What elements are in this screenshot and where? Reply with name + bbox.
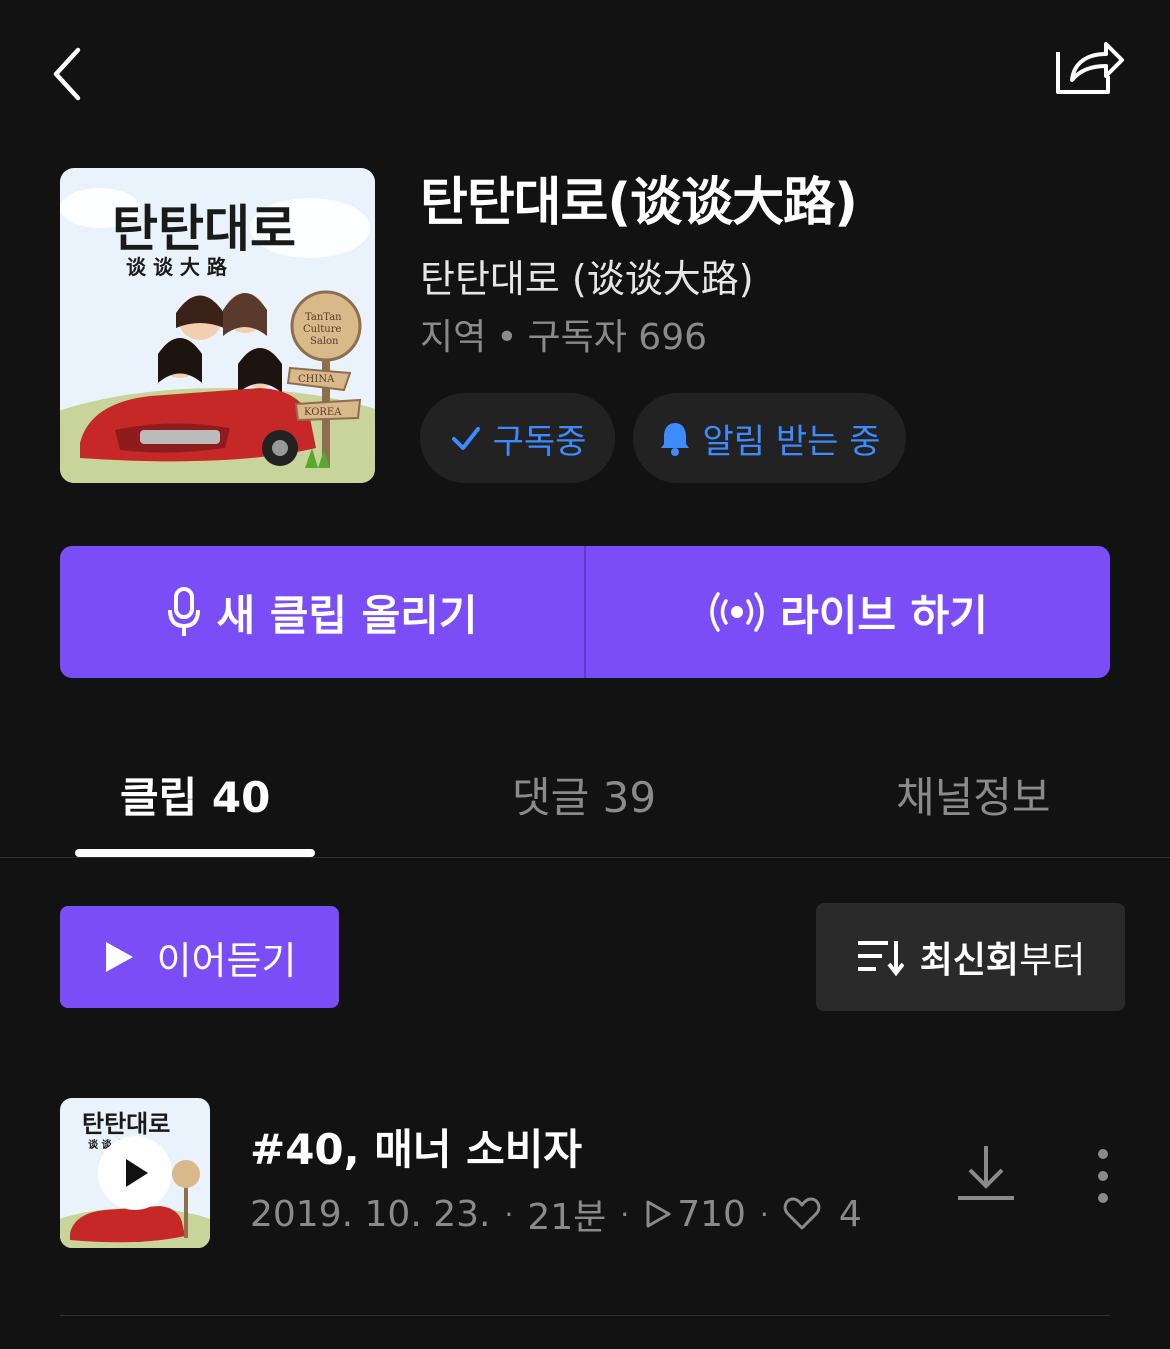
subscribe-toggle-button[interactable]: 구독중 [420, 393, 615, 483]
channel-title: 탄탄대로(谈谈大路) [420, 173, 858, 233]
channel-cover-image: 탄탄대로 谈 谈 大 路 TanTan Culture Salon CHINA … [60, 168, 375, 483]
episode-like-count: 4 [838, 1193, 862, 1235]
action-bar: 새 클립 올리기 라이브 하기 [60, 546, 1110, 678]
live-label: 라이브 하기 [780, 590, 988, 640]
list-divider [60, 1315, 1110, 1316]
tab-bar: 클립 40 댓글 39 채널정보 [0, 740, 1170, 858]
bell-icon [661, 423, 690, 456]
share-button[interactable] [1050, 30, 1130, 106]
back-button[interactable] [40, 36, 100, 112]
sort-label-rest: 부터 [1019, 940, 1086, 981]
share-icon [1056, 42, 1124, 94]
episode-thumbnail[interactable]: 탄탄대로 谈 谈 大 路 [60, 1098, 210, 1248]
live-button[interactable]: 라이브 하기 [586, 546, 1110, 678]
play-count-icon [646, 1200, 671, 1228]
episode-play-button[interactable] [98, 1136, 172, 1210]
chevron-left-icon [53, 47, 81, 101]
new-clip-button[interactable]: 새 클립 올리기 [60, 546, 584, 678]
more-vertical-icon [1098, 1149, 1108, 1203]
svg-text:CHINA: CHINA [298, 374, 335, 385]
resume-label: 이어듣기 [156, 938, 297, 983]
checkmark-icon [451, 427, 480, 450]
svg-text:Salon: Salon [310, 336, 339, 347]
svg-text:谈 谈 大 路: 谈 谈 大 路 [126, 255, 228, 279]
episode-duration: 21분 [527, 1197, 607, 1238]
resume-play-button[interactable]: 이어듣기 [60, 906, 339, 1008]
episode-list-item[interactable]: 탄탄대로 谈 谈 大 路 #40, 매너 소비자 2019. 10. 23. ·… [0, 1090, 1170, 1316]
channel-meta: 지역 • 구독자 696 [420, 308, 707, 360]
svg-text:TanTan: TanTan [305, 312, 342, 323]
episode-title[interactable]: #40, 매너 소비자 [250, 1116, 582, 1177]
svg-text:탄탄대로: 탄탄대로 [82, 1110, 170, 1138]
episode-play-count: 710 [677, 1193, 746, 1235]
sort-icon [857, 941, 904, 977]
more-options-button[interactable] [1080, 1140, 1126, 1212]
svg-text:탄탄대로: 탄탄대로 [112, 200, 296, 258]
subscriber-count: 구독자 696 [527, 317, 708, 358]
live-broadcast-icon [710, 592, 764, 632]
microphone-icon [168, 587, 201, 636]
sort-order-button[interactable]: 최신회부터 [816, 903, 1125, 1011]
subscribe-label: 구독중 [492, 421, 587, 462]
tab-comments[interactable]: 댓글 39 [512, 764, 656, 825]
tab-channel-info[interactable]: 채널정보 [896, 764, 1051, 825]
meta-separator: · [504, 1197, 514, 1231]
tab-clips[interactable]: 클립 40 [120, 764, 270, 825]
heart-icon [783, 1197, 821, 1230]
episode-date: 2019. 10. 23. [250, 1193, 491, 1235]
sort-label-bold: 최신회 [919, 940, 1020, 981]
channel-subtitle: 탄탄대로 (谈谈大路) [420, 257, 754, 301]
meta-separator: • [496, 317, 518, 358]
meta-separator: · [620, 1197, 630, 1231]
meta-separator: · [759, 1197, 769, 1231]
episode-meta: 2019. 10. 23. · 21분 · 710 · 4 [250, 1188, 862, 1240]
notification-toggle-button[interactable]: 알림 받는 중 [633, 393, 906, 483]
channel-category: 지역 [420, 317, 487, 358]
download-icon [958, 1146, 1014, 1200]
download-button[interactable] [950, 1140, 1022, 1212]
svg-text:Culture: Culture [303, 324, 342, 335]
play-icon [105, 942, 133, 972]
sort-label: 최신회부터 [920, 931, 1086, 983]
svg-text:KOREA: KOREA [304, 407, 342, 418]
play-icon [126, 1159, 148, 1187]
active-tab-indicator [75, 849, 315, 857]
new-clip-label: 새 클립 올리기 [216, 590, 478, 640]
notification-label: 알림 받는 중 [702, 421, 881, 462]
top-bar [0, 0, 1170, 140]
